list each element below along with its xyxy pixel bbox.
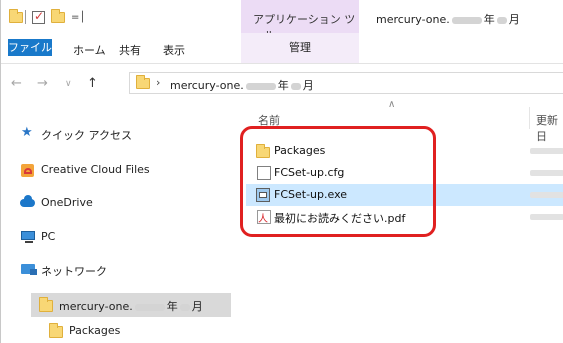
quick-access-toolbar: =│ [9,8,85,24]
new-folder-icon[interactable] [51,8,65,23]
creative-cloud-icon [21,164,34,177]
application-tools-context-tab: アプリケーション ツール [241,0,359,42]
tab-share[interactable]: 共有 [119,42,141,58]
redacted-date [530,148,563,154]
redacted-year [245,82,276,90]
toolbar-divider [25,10,26,24]
folder-icon [39,297,53,312]
breadcrumb[interactable]: mercury-one. 年月 [170,77,314,93]
network-icon [21,264,37,275]
star-icon: ★ [21,125,33,140]
redacted-date [530,214,563,220]
nav-item-pc[interactable]: PC [1,225,233,249]
ribbon-tab-row: ファイル ホーム 共有 表示 管理 [1,33,563,64]
folder-icon [136,75,150,89]
column-divider[interactable] [529,107,530,129]
redacted-month [179,303,190,311]
address-bar[interactable]: › mercury-one. 年月 [129,72,563,94]
address-row: ← → ∨ ↑ › mercury-one. 年月 [1,72,563,96]
nav-item-packages[interactable]: Packages [41,319,221,343]
nav-item-creative-cloud[interactable]: Creative Cloud Files [1,158,233,182]
explorer-window: =│ アプリケーション ツール mercury-one.年月 ファイル ホーム … [0,0,563,343]
tab-file[interactable]: ファイル [8,39,52,56]
window-title: mercury-one. 年月 [376,13,520,26]
onedrive-cloud-icon [20,195,35,207]
sort-ascending-icon: ∧ [388,99,396,110]
annotation-highlight-box [240,126,436,237]
tab-view[interactable]: 表示 [163,42,185,58]
nav-item-quick-access[interactable]: ★ クイック アクセス [1,122,233,146]
back-arrow-icon[interactable]: ← [11,76,22,91]
redacted-month [290,82,301,90]
folder-icon[interactable] [9,8,23,23]
nav-item-network[interactable]: ネットワーク [1,258,233,282]
tab-home[interactable]: ホーム [73,42,106,58]
tab-manage[interactable]: 管理 [241,33,359,63]
redacted-date [530,170,563,176]
redacted-year [451,16,482,24]
redacted-month [496,16,507,24]
customize-dropdown-icon[interactable]: =│ [71,12,85,23]
up-arrow-icon[interactable]: ↑ [87,76,98,91]
pc-icon [21,231,35,243]
recent-chevron-down-icon[interactable]: ∨ [65,79,72,89]
nav-item-onedrive[interactable]: OneDrive [1,191,233,215]
forward-arrow-icon[interactable]: → [37,76,48,91]
folder-icon [49,323,63,338]
breadcrumb-chevron-icon[interactable]: › [156,76,160,89]
navigation-pane: ★ クイック アクセス Creative Cloud Files OneDriv… [1,100,233,343]
title-bar: =│ アプリケーション ツール mercury-one.年月 [1,0,563,42]
redacted-date [530,192,563,198]
redacted-year [134,303,165,311]
nav-item-current-folder[interactable]: mercury-one. 年月 [31,293,231,317]
properties-check-icon[interactable] [32,9,45,24]
